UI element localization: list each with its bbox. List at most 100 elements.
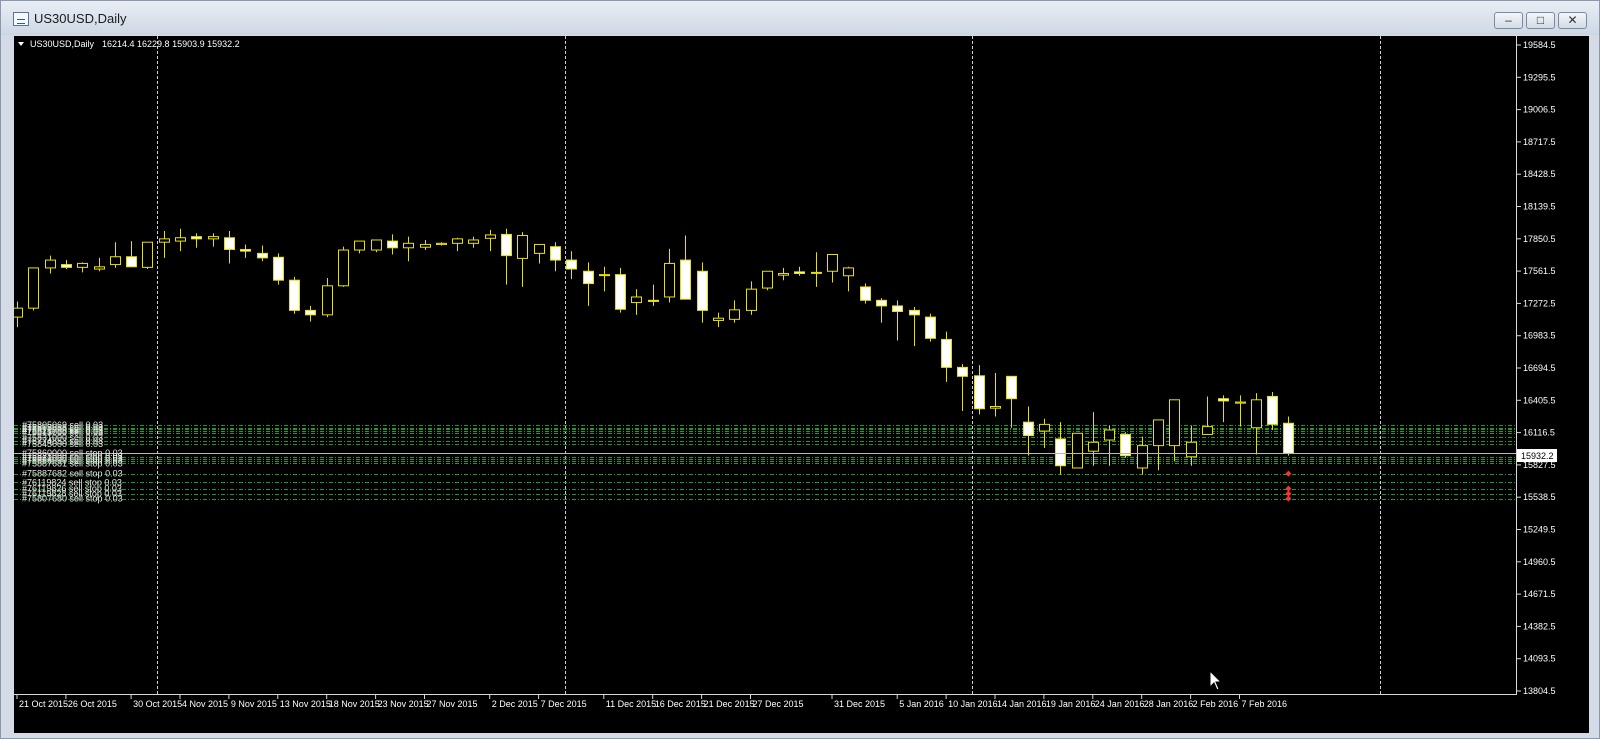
candle-body: [338, 249, 349, 287]
date-tick-label: 27 Nov 2015: [427, 699, 478, 709]
chart-area[interactable]: #75805069 sell 0.03 #75805066 sell 0.03 #7…: [14, 36, 1589, 733]
order-arrow-icon: [1285, 470, 1292, 477]
candle: [322, 277, 333, 318]
price-tick-label: 16694.5: [1523, 363, 1556, 373]
candle: [371, 239, 382, 253]
candle-body: [615, 274, 626, 310]
candle-body: [941, 338, 952, 368]
candle: [876, 298, 887, 323]
candle: [1006, 375, 1017, 428]
candle-body: [1104, 429, 1115, 441]
date-tick-label: 13 Nov 2015: [280, 699, 331, 709]
candle-body: [1006, 375, 1017, 400]
candle: [77, 262, 88, 273]
date-tick-label: 23 Nov 2015: [378, 699, 429, 709]
candle-body: [126, 256, 137, 268]
date-tick-label: 21 Oct 2015: [19, 699, 68, 709]
candle-body: [387, 240, 398, 249]
candle: [1283, 416, 1294, 456]
candle-body: [94, 266, 105, 270]
candle-body: [452, 238, 463, 244]
candle-body: [827, 254, 838, 272]
vertical-separators: [157, 36, 1381, 694]
candle: [957, 364, 968, 411]
candle: [843, 266, 854, 292]
candle: [436, 242, 447, 246]
candle-body: [876, 299, 887, 307]
time-axis[interactable]: 21 Oct 2015 26 Oct 2015 30 Oct 2015 4 Nov 2…: [16, 695, 1288, 709]
close-button[interactable]: ✕: [1558, 12, 1587, 29]
candle-body: [77, 262, 88, 268]
candle: [713, 312, 724, 328]
maximize-button[interactable]: □: [1526, 12, 1555, 29]
candle: [860, 283, 871, 304]
candle: [941, 331, 952, 382]
chart-ohlc: 16214.4 16229.8 15903.9 15932.2: [102, 39, 240, 49]
candle: [697, 262, 708, 323]
candle: [273, 253, 284, 285]
price-tick-label: 19006.5: [1523, 105, 1556, 115]
candle-body: [746, 288, 757, 311]
candle: [403, 236, 414, 262]
date-tick-label: 30 Oct 2015: [133, 699, 182, 709]
window-title: US30USD,Daily: [34, 11, 127, 26]
price-tick-label: 19295.5: [1523, 72, 1556, 82]
candle: [778, 267, 789, 281]
candle-body: [257, 252, 268, 259]
candle: [61, 260, 72, 270]
candle-body: [1202, 426, 1213, 435]
candle: [599, 266, 610, 292]
candle-body: [599, 274, 610, 277]
candle-body: [990, 406, 1001, 409]
window-titlebar[interactable]: US30USD,Daily – □ ✕: [1, 1, 1599, 35]
candle-body: [1235, 401, 1246, 404]
price-tick-label: 16405.5: [1523, 395, 1556, 405]
candle-body: [240, 248, 251, 252]
candle-body: [925, 316, 936, 339]
candle: [45, 255, 56, 274]
price-axis[interactable]: 19584.5 19295.5 19006.5 18717.5 18428.5 18139…: [1517, 40, 1556, 696]
date-tick-label: 19 Jan 2016: [1046, 699, 1096, 709]
price-chart[interactable]: #75805069 sell 0.03#75805066 sell 0.03#7…: [14, 36, 1589, 733]
candle-body: [420, 243, 431, 248]
candle-body: [1169, 399, 1180, 447]
candle-body: [778, 273, 789, 276]
candle: [94, 257, 105, 272]
current-price-tag: 15932.2: [1517, 449, 1557, 462]
candle-body: [371, 239, 382, 251]
price-tick-label: 14960.5: [1523, 557, 1556, 567]
candle-body: [28, 267, 39, 309]
candle: [142, 241, 153, 270]
chart-window: US30USD,Daily – □ ✕ #75805069 sell 0.03 #…: [0, 0, 1600, 739]
candle-body: [583, 270, 594, 285]
date-tick-label: 16 Dec 2015: [655, 699, 706, 709]
candle-body: [110, 256, 121, 266]
date-tick-label: 18 Nov 2015: [329, 699, 380, 709]
candle-body: [680, 259, 691, 300]
candle-body: [1120, 433, 1131, 457]
minimize-button[interactable]: –: [1494, 12, 1523, 29]
candle-body: [729, 309, 740, 320]
order-label[interactable]: #75807680 sell stop 0.03: [22, 494, 123, 504]
candle: [338, 246, 349, 287]
mouse-cursor-icon: [1209, 670, 1223, 691]
candle: [1218, 395, 1229, 423]
candle-body: [224, 237, 235, 250]
candle: [827, 254, 838, 283]
candle: [28, 267, 39, 311]
candle-body: [713, 317, 724, 321]
candle: [631, 289, 642, 315]
dropdown-triangle-icon[interactable]: [18, 42, 24, 46]
candle-body: [1153, 419, 1164, 447]
candle: [126, 241, 137, 268]
candle: [794, 266, 805, 276]
candle-body: [208, 236, 219, 240]
candle-body: [1251, 399, 1262, 429]
order-label[interactable]: #75887681 sell stop 0.03: [22, 458, 123, 468]
candle-body: [697, 270, 708, 311]
candle-body: [1283, 422, 1294, 454]
date-tick-label: 7 Feb 2016: [1242, 699, 1288, 709]
candle: [354, 240, 365, 254]
order-labels[interactable]: #75805069 sell 0.03#75805066 sell 0.03#7…: [22, 420, 123, 504]
candle-body: [501, 233, 512, 257]
